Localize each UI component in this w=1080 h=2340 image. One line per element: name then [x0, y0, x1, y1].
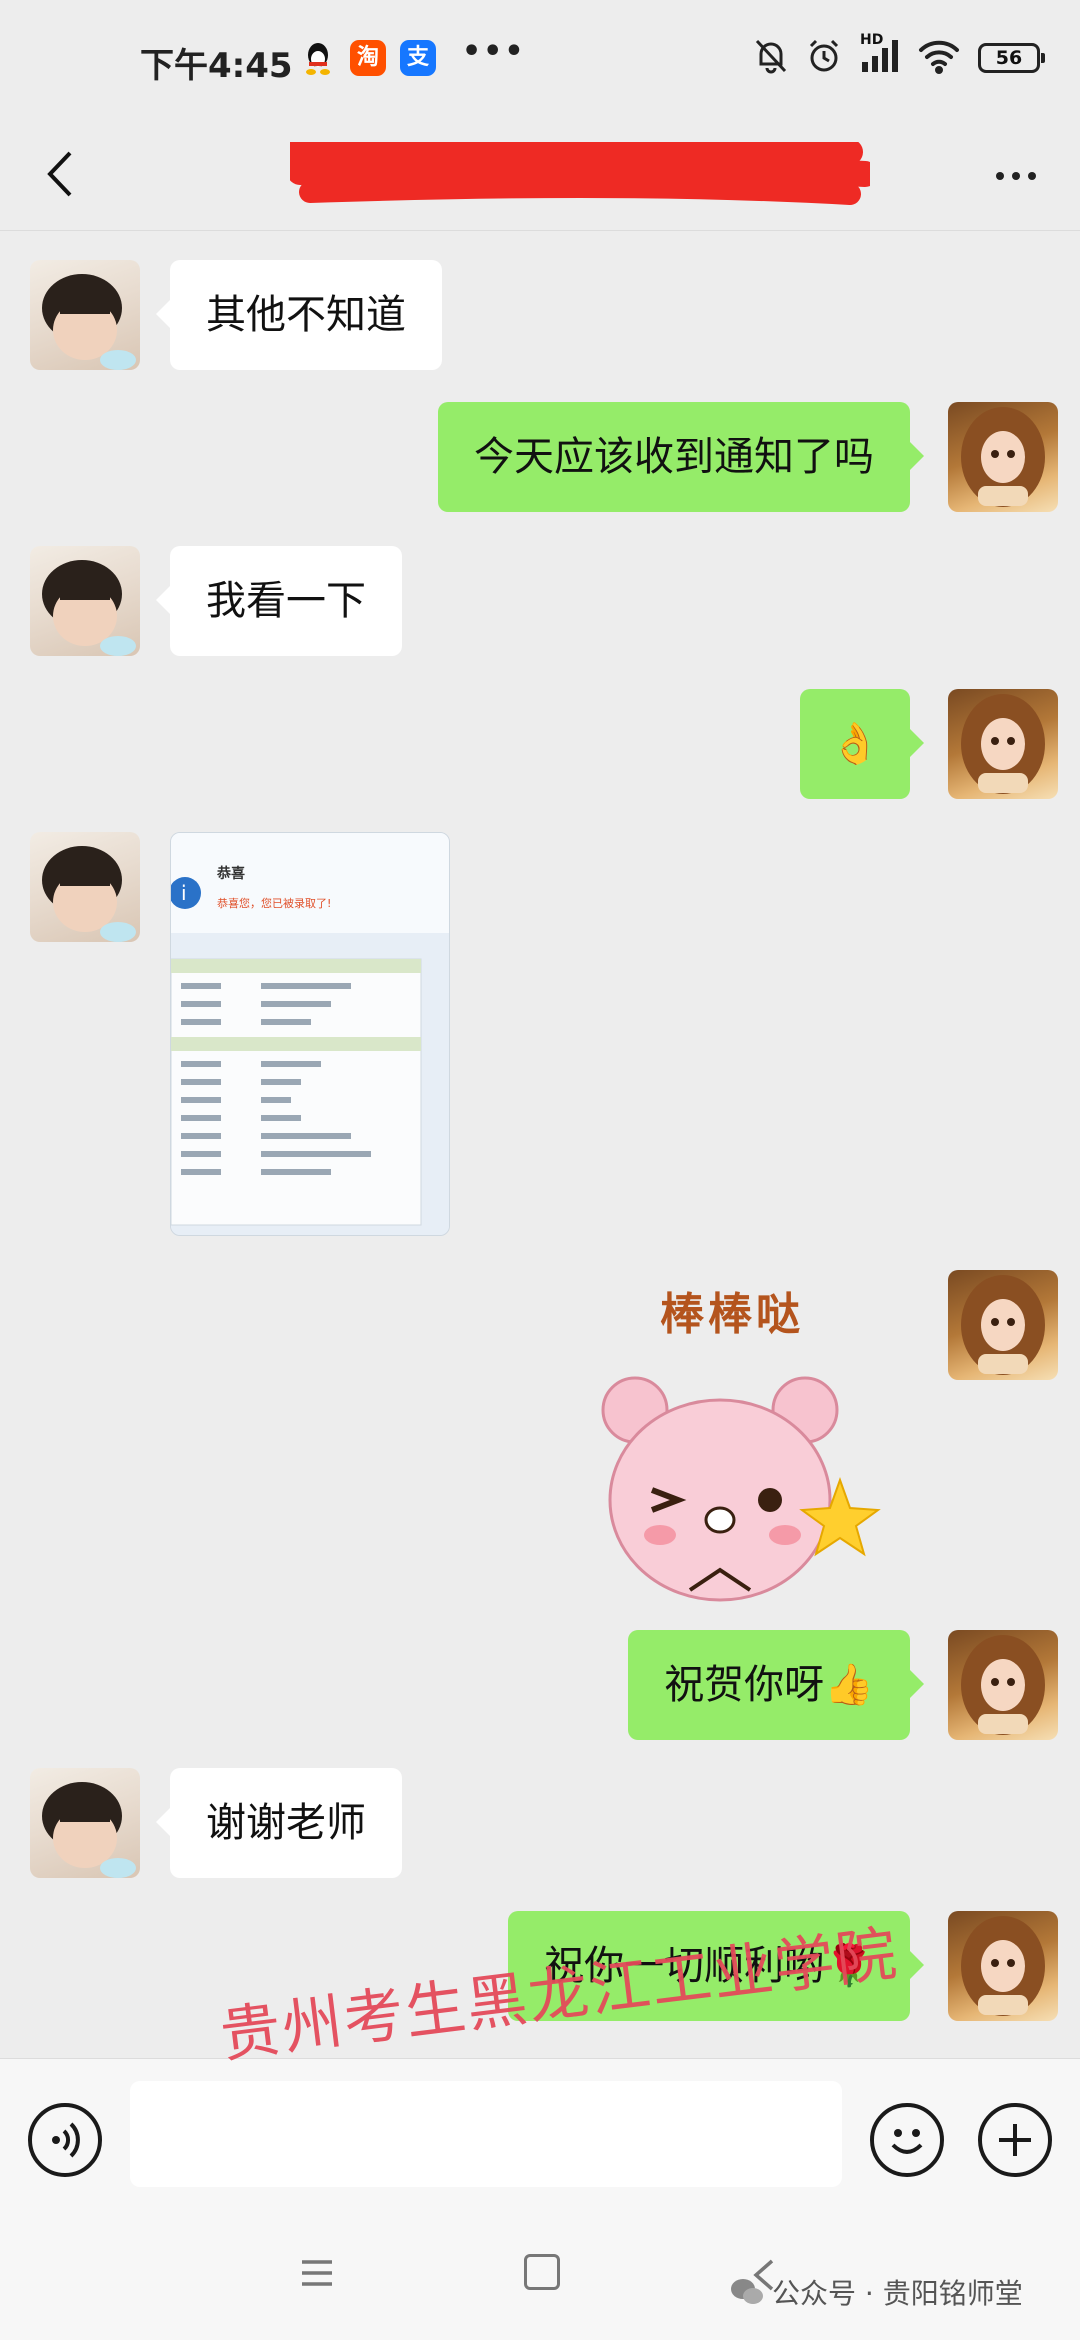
back-button[interactable]: [28, 138, 92, 210]
chevron-left-icon: [47, 151, 72, 197]
input-bar: [0, 2058, 1080, 2209]
alarm-icon: [806, 38, 842, 78]
emoji-button[interactable]: [870, 2103, 944, 2177]
footer-credit-text: 公众号 · 贵阳铭师堂: [772, 2277, 1023, 2310]
alipay-icon: 支: [400, 40, 436, 76]
message-input[interactable]: [130, 2081, 842, 2187]
message-bubble-received[interactable]: 我看一下: [156, 546, 402, 656]
voice-input-button[interactable]: [28, 2103, 102, 2177]
chat-header: 大大名师堂考研程思佳: [0, 120, 1080, 231]
svg-text:i: i: [181, 881, 187, 905]
ok-hand-icon: 👌: [830, 721, 880, 767]
bear-sticker-icon: [601, 1376, 881, 1602]
image-title: 恭喜: [217, 866, 245, 882]
qq-icon: [300, 40, 336, 76]
network-label: HD: [860, 32, 884, 48]
sticker-message[interactable]: 棒棒哒: [580, 1270, 920, 1632]
message-bubble-sent[interactable]: 祝贺你呀👍: [628, 1630, 924, 1740]
message-list[interactable]: 其他不知道 今天应该收到通知了吗 我看一下 👌 i 恭喜 恭喜您，您已被录取了!…: [0, 231, 1080, 2058]
plus-icon: [999, 2124, 1031, 2156]
my-avatar[interactable]: [948, 402, 1058, 512]
voice-icon: [52, 2122, 80, 2158]
wechat-official-account-icon: [731, 2279, 763, 2304]
my-avatar[interactable]: [948, 689, 1058, 799]
more-dots-icon: [996, 172, 1004, 180]
contact-avatar[interactable]: [30, 546, 140, 656]
menu-key-icon[interactable]: [300, 2258, 334, 2288]
home-key-icon[interactable]: [524, 2254, 560, 2290]
redaction-scribble: [290, 142, 870, 205]
wifi-icon: [918, 38, 960, 78]
image-subtitle: 恭喜您，您已被录取了!: [217, 897, 332, 910]
footer-credit: 公众号 · 贵阳铭师堂: [730, 2272, 1023, 2312]
message-bubble-received[interactable]: 谢谢老师: [156, 1768, 402, 1878]
more-options-button[interactable]: [976, 146, 1056, 206]
status-more-indicator: •••: [462, 34, 526, 69]
status-bar: 下午4:45 淘 支 ••• HD 56: [0, 0, 1080, 120]
message-bubble-sent[interactable]: 👌: [800, 689, 924, 799]
status-indicators: HD 56: [754, 32, 1045, 80]
contact-avatar[interactable]: [30, 260, 140, 370]
message-bubble-sent[interactable]: 今天应该收到通知了吗: [438, 402, 924, 512]
taobao-icon: 淘: [350, 40, 386, 76]
more-functions-button[interactable]: [978, 2103, 1052, 2177]
battery-indicator: 56: [978, 43, 1045, 73]
smiley-icon: [891, 2129, 923, 2154]
contact-avatar[interactable]: [30, 1768, 140, 1878]
bell-off-icon: [754, 38, 788, 78]
message-text: 祝贺你呀: [664, 1662, 825, 1708]
signal-icon: HD: [860, 32, 900, 78]
my-avatar[interactable]: [948, 1270, 1058, 1380]
system-navigation-bar: 公众号 · 贵阳铭师堂: [0, 2208, 1080, 2340]
status-time: 下午4:45: [140, 46, 293, 86]
thumbs-up-icon: 👍: [824, 1662, 874, 1708]
my-avatar[interactable]: [948, 1630, 1058, 1740]
image-message[interactable]: i 恭喜 恭喜您，您已被录取了!: [170, 832, 450, 1236]
contact-avatar[interactable]: [30, 832, 140, 942]
message-bubble-received[interactable]: 其他不知道: [156, 260, 442, 370]
